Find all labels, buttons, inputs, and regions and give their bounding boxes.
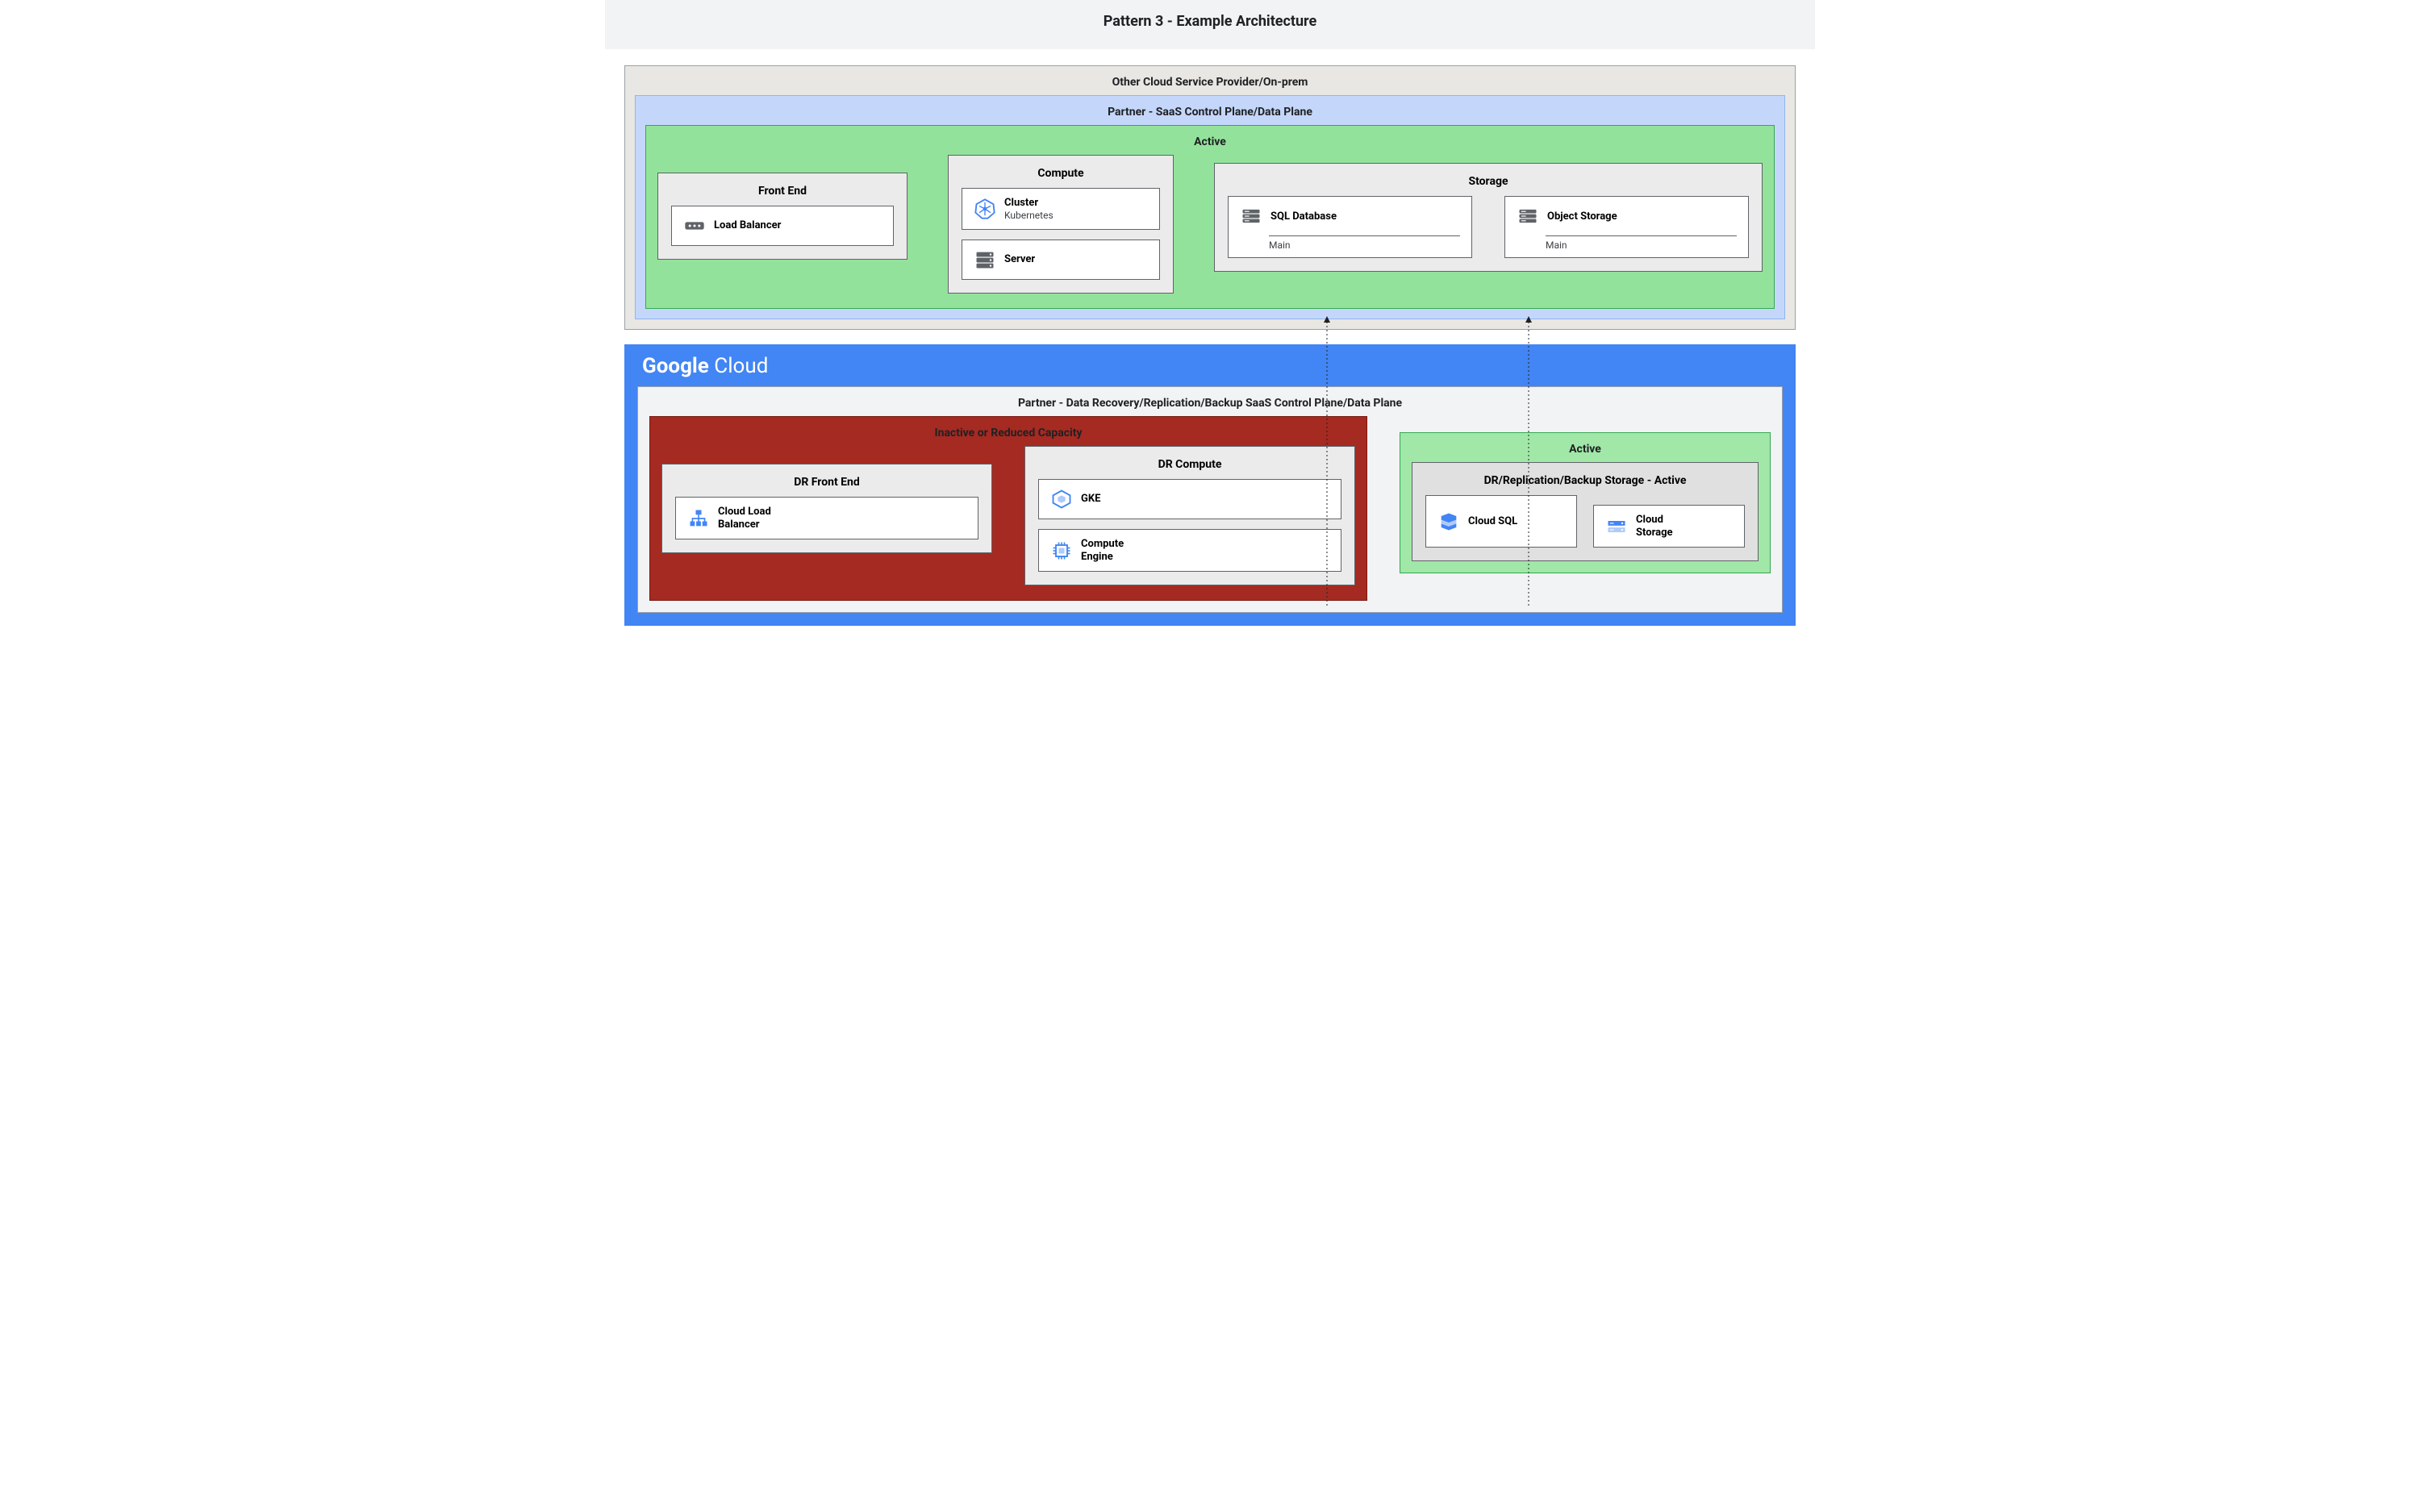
divider <box>1269 235 1460 236</box>
object-storage-icon <box>1517 205 1539 227</box>
cstor-text: Cloud Storage <box>1636 514 1673 539</box>
sql-sub: Main <box>1269 240 1460 251</box>
diagram-canvas: Pattern 3 - Example Architecture Other C… <box>605 0 1815 645</box>
dr-frontend-panel: DR Front End Cloud Load Balancer <box>661 464 992 553</box>
compute-title: Compute <box>962 164 1160 188</box>
divider <box>1546 235 1737 236</box>
header-band: Pattern 3 - Example Architecture <box>605 0 1815 49</box>
cluster-text: Cluster Kubernetes <box>1004 197 1054 221</box>
compute-engine-card: Compute Engine <box>1038 529 1341 572</box>
inactive-label: Inactive or Reduced Capacity <box>661 423 1355 446</box>
database-icon <box>1240 205 1262 227</box>
obj-name: Object Storage <box>1547 210 1617 223</box>
cluster-card: Cluster Kubernetes <box>962 188 1160 230</box>
server-text: Server <box>1004 253 1035 266</box>
cloud-sql-card: Cloud SQL <box>1425 495 1577 548</box>
compute-engine-icon <box>1050 539 1073 562</box>
gke-icon <box>1050 488 1073 510</box>
frontend-panel: Front End Load Balancer <box>657 173 908 260</box>
load-balancer-text: Load Balancer <box>714 219 781 232</box>
obj-sub: Main <box>1546 240 1737 251</box>
active-zone-top: Active Front End Load Balancer <box>645 125 1775 309</box>
cstor-t2: Storage <box>1636 527 1673 539</box>
clb-t2: Balancer <box>718 519 771 531</box>
server-icon <box>974 248 996 271</box>
bottom-row: Inactive or Reduced Capacity DR Front En… <box>649 416 1771 601</box>
cluster-label: Cluster <box>1004 197 1054 210</box>
compute-panel: Compute Cluster Kubernetes <box>948 155 1174 294</box>
server-label: Server <box>1004 253 1035 266</box>
active-label-bottom: Active <box>1412 439 1759 462</box>
ce-t2: Engine <box>1081 551 1124 564</box>
cloud-storage-card: Cloud Storage <box>1593 505 1745 548</box>
cstor-t1: Cloud <box>1636 514 1673 527</box>
cloud-load-balancer-card: Cloud Load Balancer <box>675 497 978 539</box>
gke-text: GKE <box>1081 493 1100 506</box>
partner-dr-label: Partner - Data Recovery/Replication/Back… <box>649 394 1771 416</box>
dr-storage-panel: DR/Replication/Backup Storage - Active C… <box>1412 462 1759 561</box>
cloud-load-balancer-icon <box>687 507 710 530</box>
object-storage-card: Object Storage Main <box>1504 196 1749 258</box>
partner-saas-label: Partner - SaaS Control Plane/Data Plane <box>645 102 1775 125</box>
inactive-zone: Inactive or Reduced Capacity DR Front En… <box>649 416 1367 601</box>
storage-title: Storage <box>1228 172 1749 196</box>
google-cloud-logo: Google Cloud <box>637 346 1783 386</box>
load-balancer-card: Load Balancer <box>671 206 894 246</box>
other-cloud-box: Other Cloud Service Provider/On-prem Par… <box>624 65 1796 330</box>
ce-t1: Compute <box>1081 538 1124 551</box>
ce-text: Compute Engine <box>1081 538 1124 563</box>
active-zone-bottom: Active DR/Replication/Backup Storage - A… <box>1400 432 1771 573</box>
storage-panel: Storage SQL Database <box>1214 163 1763 272</box>
kubernetes-icon <box>974 198 996 220</box>
dr-storage-title: DR/Replication/Backup Storage - Active <box>1425 471 1745 495</box>
sql-name: SQL Database <box>1270 210 1337 223</box>
load-balancer-icon <box>683 215 706 237</box>
dr-storage-row: Cloud SQL Cloud Storage <box>1425 495 1745 548</box>
sql-database-card: SQL Database Main <box>1228 196 1472 258</box>
gke-label: GKE <box>1081 493 1100 506</box>
diagram-content: Other Cloud Service Provider/On-prem Par… <box>605 49 1815 645</box>
frontend-title: Front End <box>671 181 894 206</box>
clb-t1: Cloud Load <box>718 506 771 519</box>
cluster-sublabel: Kubernetes <box>1004 210 1054 221</box>
gke-card: GKE <box>1038 479 1341 519</box>
cloud-sql-icon <box>1437 510 1460 533</box>
clb-text: Cloud Load Balancer <box>718 506 771 531</box>
partner-dr-box: Partner - Data Recovery/Replication/Back… <box>637 386 1783 613</box>
dr-compute-panel: DR Compute GKE <box>1024 446 1355 585</box>
load-balancer-label: Load Balancer <box>714 219 781 232</box>
other-cloud-label: Other Cloud Service Provider/On-prem <box>635 73 1785 95</box>
csql-text: Cloud SQL <box>1468 515 1517 528</box>
gc-logo-light: Cloud <box>709 354 769 378</box>
csql-label: Cloud SQL <box>1468 515 1517 528</box>
inactive-row: DR Front End Cloud Load Balancer <box>661 446 1355 585</box>
server-card: Server <box>962 240 1160 280</box>
gc-logo-bold: Google <box>642 354 709 378</box>
cloud-storage-icon <box>1605 515 1628 538</box>
google-cloud-box: Google Cloud Partner - Data Recovery/Rep… <box>624 344 1796 626</box>
active-label-top: Active <box>657 132 1763 155</box>
partner-saas-box: Partner - SaaS Control Plane/Data Plane … <box>635 95 1785 319</box>
dr-frontend-title: DR Front End <box>675 473 978 497</box>
active-row: Front End Load Balancer <box>657 155 1763 294</box>
page-title: Pattern 3 - Example Architecture <box>605 13 1815 30</box>
storage-inner: SQL Database Main <box>1228 196 1749 258</box>
dr-compute-title: DR Compute <box>1038 455 1341 479</box>
